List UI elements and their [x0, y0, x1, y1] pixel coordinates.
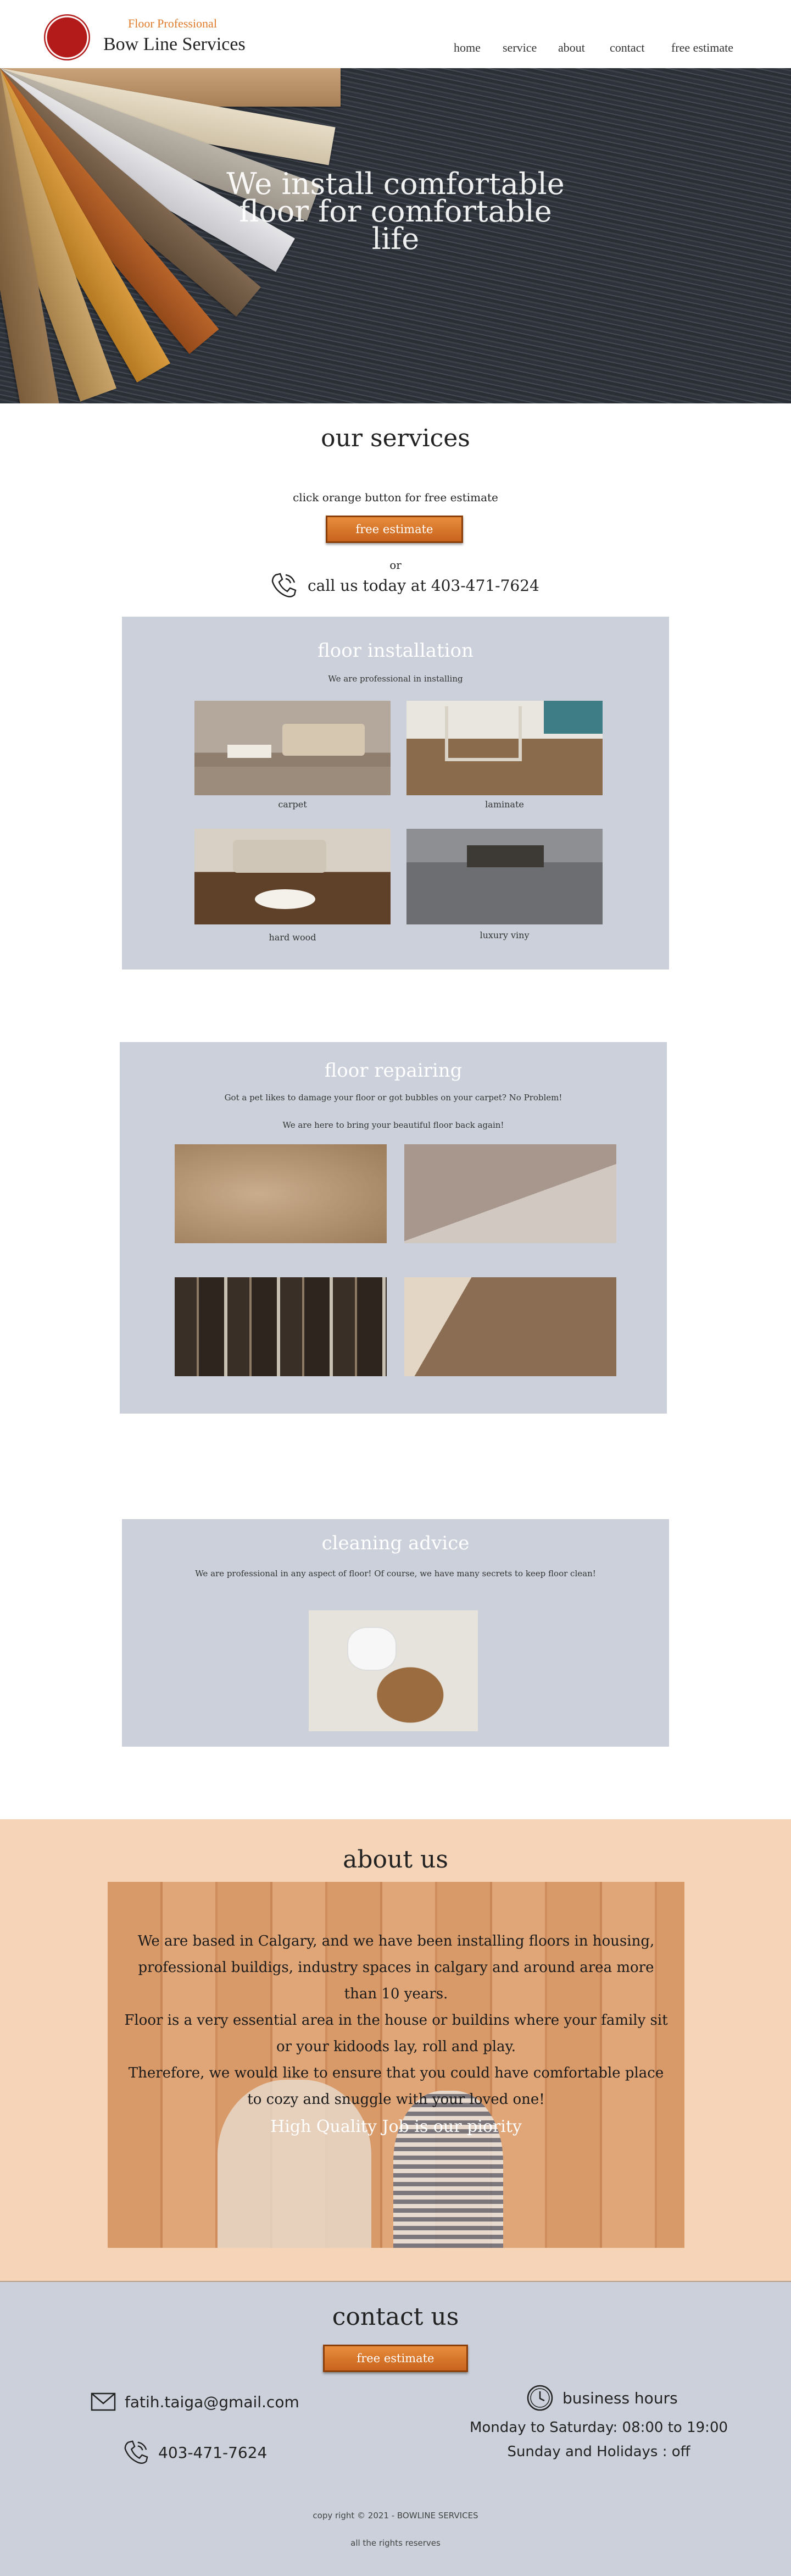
carpet-bubble-image[interactable] [404, 1144, 616, 1243]
rights-text: all the rights reserves [350, 2538, 441, 2548]
luxury-viny-image[interactable] [406, 829, 603, 924]
nav-contact[interactable]: contact [610, 41, 645, 55]
hours-weekday: Monday to Saturday: 08:00 to 19:00 [469, 2419, 728, 2436]
about-motto: High Quality Job is our piority [270, 2117, 522, 2136]
contact-email[interactable]: fatih.taiga@gmail.com [125, 2393, 299, 2411]
site-header: Floor Professional Bow Line Services hom… [0, 0, 791, 68]
clock-icon [527, 2385, 553, 2411]
about-line-1: We are based in Calgary, and we have bee… [137, 1933, 655, 1949]
phone-icon [124, 2440, 148, 2464]
or-text: or [389, 558, 402, 572]
laminate-image[interactable] [406, 701, 603, 795]
laminate-caption: laminate [485, 799, 524, 810]
hardwood-damage-image[interactable] [175, 1277, 387, 1376]
call-us-row[interactable]: call us today at 403-471-7624 [269, 572, 539, 599]
contact-phone-row[interactable]: 403-471-7624 [122, 2439, 267, 2466]
hours-title: business hours [562, 2389, 678, 2407]
call-us-text: call us today at 403-471-7624 [308, 576, 539, 595]
mail-icon [91, 2392, 116, 2411]
nav-service[interactable]: service [503, 41, 537, 55]
services-title: our services [321, 424, 470, 452]
carpet-image[interactable] [194, 701, 391, 795]
nav-about[interactable]: about [558, 41, 585, 55]
about-line-2: professional buildigs, industry spaces i… [138, 1959, 654, 1976]
email-row[interactable]: fatih.taiga@gmail.com [91, 2392, 299, 2412]
installation-title: floor installation [317, 640, 474, 662]
contact-phone[interactable]: 403-471-7624 [158, 2444, 267, 2462]
free-estimate-button[interactable]: free estimate [326, 516, 463, 543]
about-line-7: to cozy and snuggle with your loved one! [247, 2091, 545, 2108]
carpet-caption: carpet [278, 799, 307, 810]
nav-free-estimate[interactable]: free estimate [671, 41, 733, 55]
floor-corner-damage-image[interactable] [404, 1277, 616, 1376]
repairing-title: floor repairing [324, 1060, 463, 1082]
cleaning-title: cleaning advice [321, 1532, 470, 1554]
brand-logo-icon[interactable] [44, 14, 90, 60]
business-hours-heading: business hours [526, 2384, 678, 2412]
brand-tagline: Floor Professional [128, 16, 217, 30]
floor-repairing-panel: floor repairing Got a pet likes to damag… [120, 1042, 667, 1414]
carpet-damage-image[interactable] [175, 1144, 387, 1243]
hero-title: We install comfortable floor for comfort… [226, 167, 565, 256]
repairing-line-1: Got a pet likes to damage your floor or … [224, 1093, 562, 1103]
nav-home[interactable]: home [454, 41, 481, 55]
hard-wood-caption: hard wood [269, 932, 316, 943]
cleaning-subtitle: We are professional in any aspect of flo… [195, 1569, 596, 1578]
hero-banner: We install comfortable floor for comfort… [0, 68, 791, 403]
coffee-spill-image[interactable] [309, 1610, 478, 1731]
brand-name[interactable]: Bow Line Services [103, 34, 246, 55]
hours-weekend: Sunday and Holidays : off [507, 2444, 690, 2460]
contact-title: contact us [332, 2303, 459, 2331]
repairing-line-2: We are here to bring your beautiful floo… [282, 1120, 504, 1130]
installation-subtitle: We are professional in installing [328, 674, 463, 684]
about-line-4: Floor is a very essential area in the ho… [124, 2012, 668, 2029]
about-title: about us [343, 1846, 448, 1874]
about-line-5: or your kidoods lay, roll and play. [276, 2038, 516, 2055]
estimate-instruction: click orange button for free estimate [293, 491, 498, 504]
floor-installation-panel: floor installation We are professional i… [122, 617, 669, 970]
copyright-text: copy right © 2021 - BOWLINE SERVICES [313, 2511, 478, 2520]
phone-icon [271, 573, 297, 597]
contact-free-estimate-button[interactable]: free estimate [323, 2345, 468, 2372]
cleaning-advice-panel: cleaning advice We are professional in a… [122, 1519, 669, 1747]
hard-wood-image[interactable] [194, 829, 391, 924]
about-line-3: than 10 years. [344, 1986, 448, 2002]
luxury-viny-caption: luxury viny [480, 930, 530, 940]
about-line-6: Therefore, we would like to ensure that … [128, 2065, 664, 2081]
